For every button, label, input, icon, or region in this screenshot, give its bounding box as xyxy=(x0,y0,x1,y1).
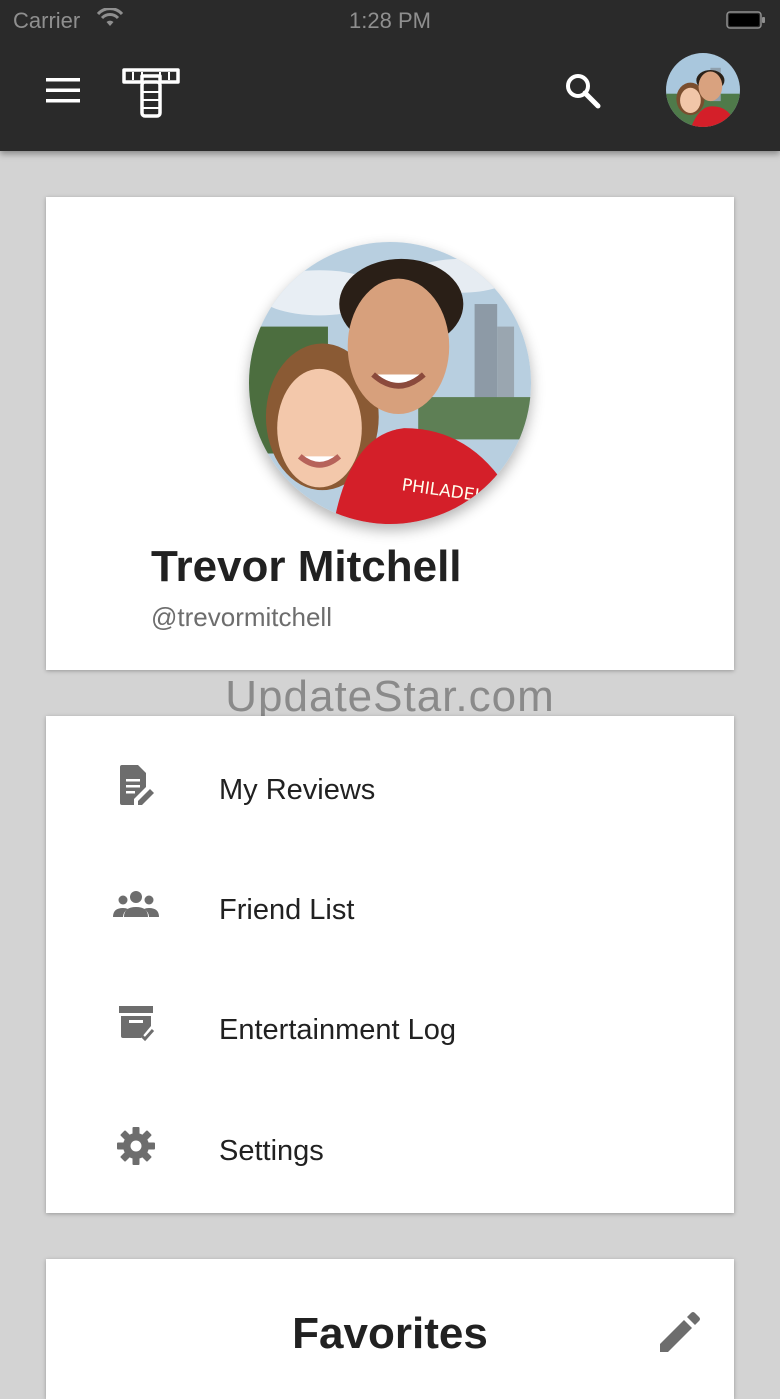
favorites-title: Favorites xyxy=(292,1309,488,1358)
menu-card: My Reviews Friend List Entertainment Log xyxy=(46,716,734,1213)
friends-icon xyxy=(113,891,159,917)
battery-icon xyxy=(726,11,765,29)
status-time: 1:28 PM xyxy=(349,8,431,33)
menu-item-label: Friend List xyxy=(219,894,355,926)
avatar-photo-icon xyxy=(666,53,740,127)
menu-item-friend-list[interactable]: Friend List xyxy=(46,844,734,964)
watermark: UpdateStar.com xyxy=(225,672,555,721)
menu-item-entertainment-log[interactable]: Entertainment Log xyxy=(46,964,734,1084)
menu-item-label: Settings xyxy=(219,1135,324,1167)
app-logo-icon[interactable] xyxy=(120,66,182,120)
profile-photo: PHILADELPHIA xyxy=(249,242,531,524)
status-bar: Carrier 1:28 PM xyxy=(0,0,780,40)
app-header: Carrier 1:28 PM xyxy=(0,0,780,151)
profile-handle: @trevormitchell xyxy=(151,602,332,632)
hamburger-menu-icon[interactable] xyxy=(44,74,84,108)
profile-name: Trevor Mitchell xyxy=(151,542,462,591)
favorites-card: Favorites xyxy=(46,1259,734,1399)
profile-card: PHILADELPHIA Trevor Mitchell @trevormitc… xyxy=(46,197,734,670)
menu-item-my-reviews[interactable]: My Reviews xyxy=(46,724,734,844)
search-icon[interactable] xyxy=(563,71,603,111)
menu-item-settings[interactable]: Settings xyxy=(46,1085,734,1205)
profile-photo-icon: PHILADELPHIA xyxy=(249,242,531,524)
gear-icon xyxy=(117,1127,155,1165)
reviews-icon xyxy=(120,765,154,805)
pencil-icon[interactable] xyxy=(656,1312,700,1356)
menu-item-label: Entertainment Log xyxy=(219,1014,456,1046)
user-avatar[interactable] xyxy=(666,53,740,127)
archive-check-icon xyxy=(119,1006,155,1042)
menu-item-label: My Reviews xyxy=(219,774,376,806)
